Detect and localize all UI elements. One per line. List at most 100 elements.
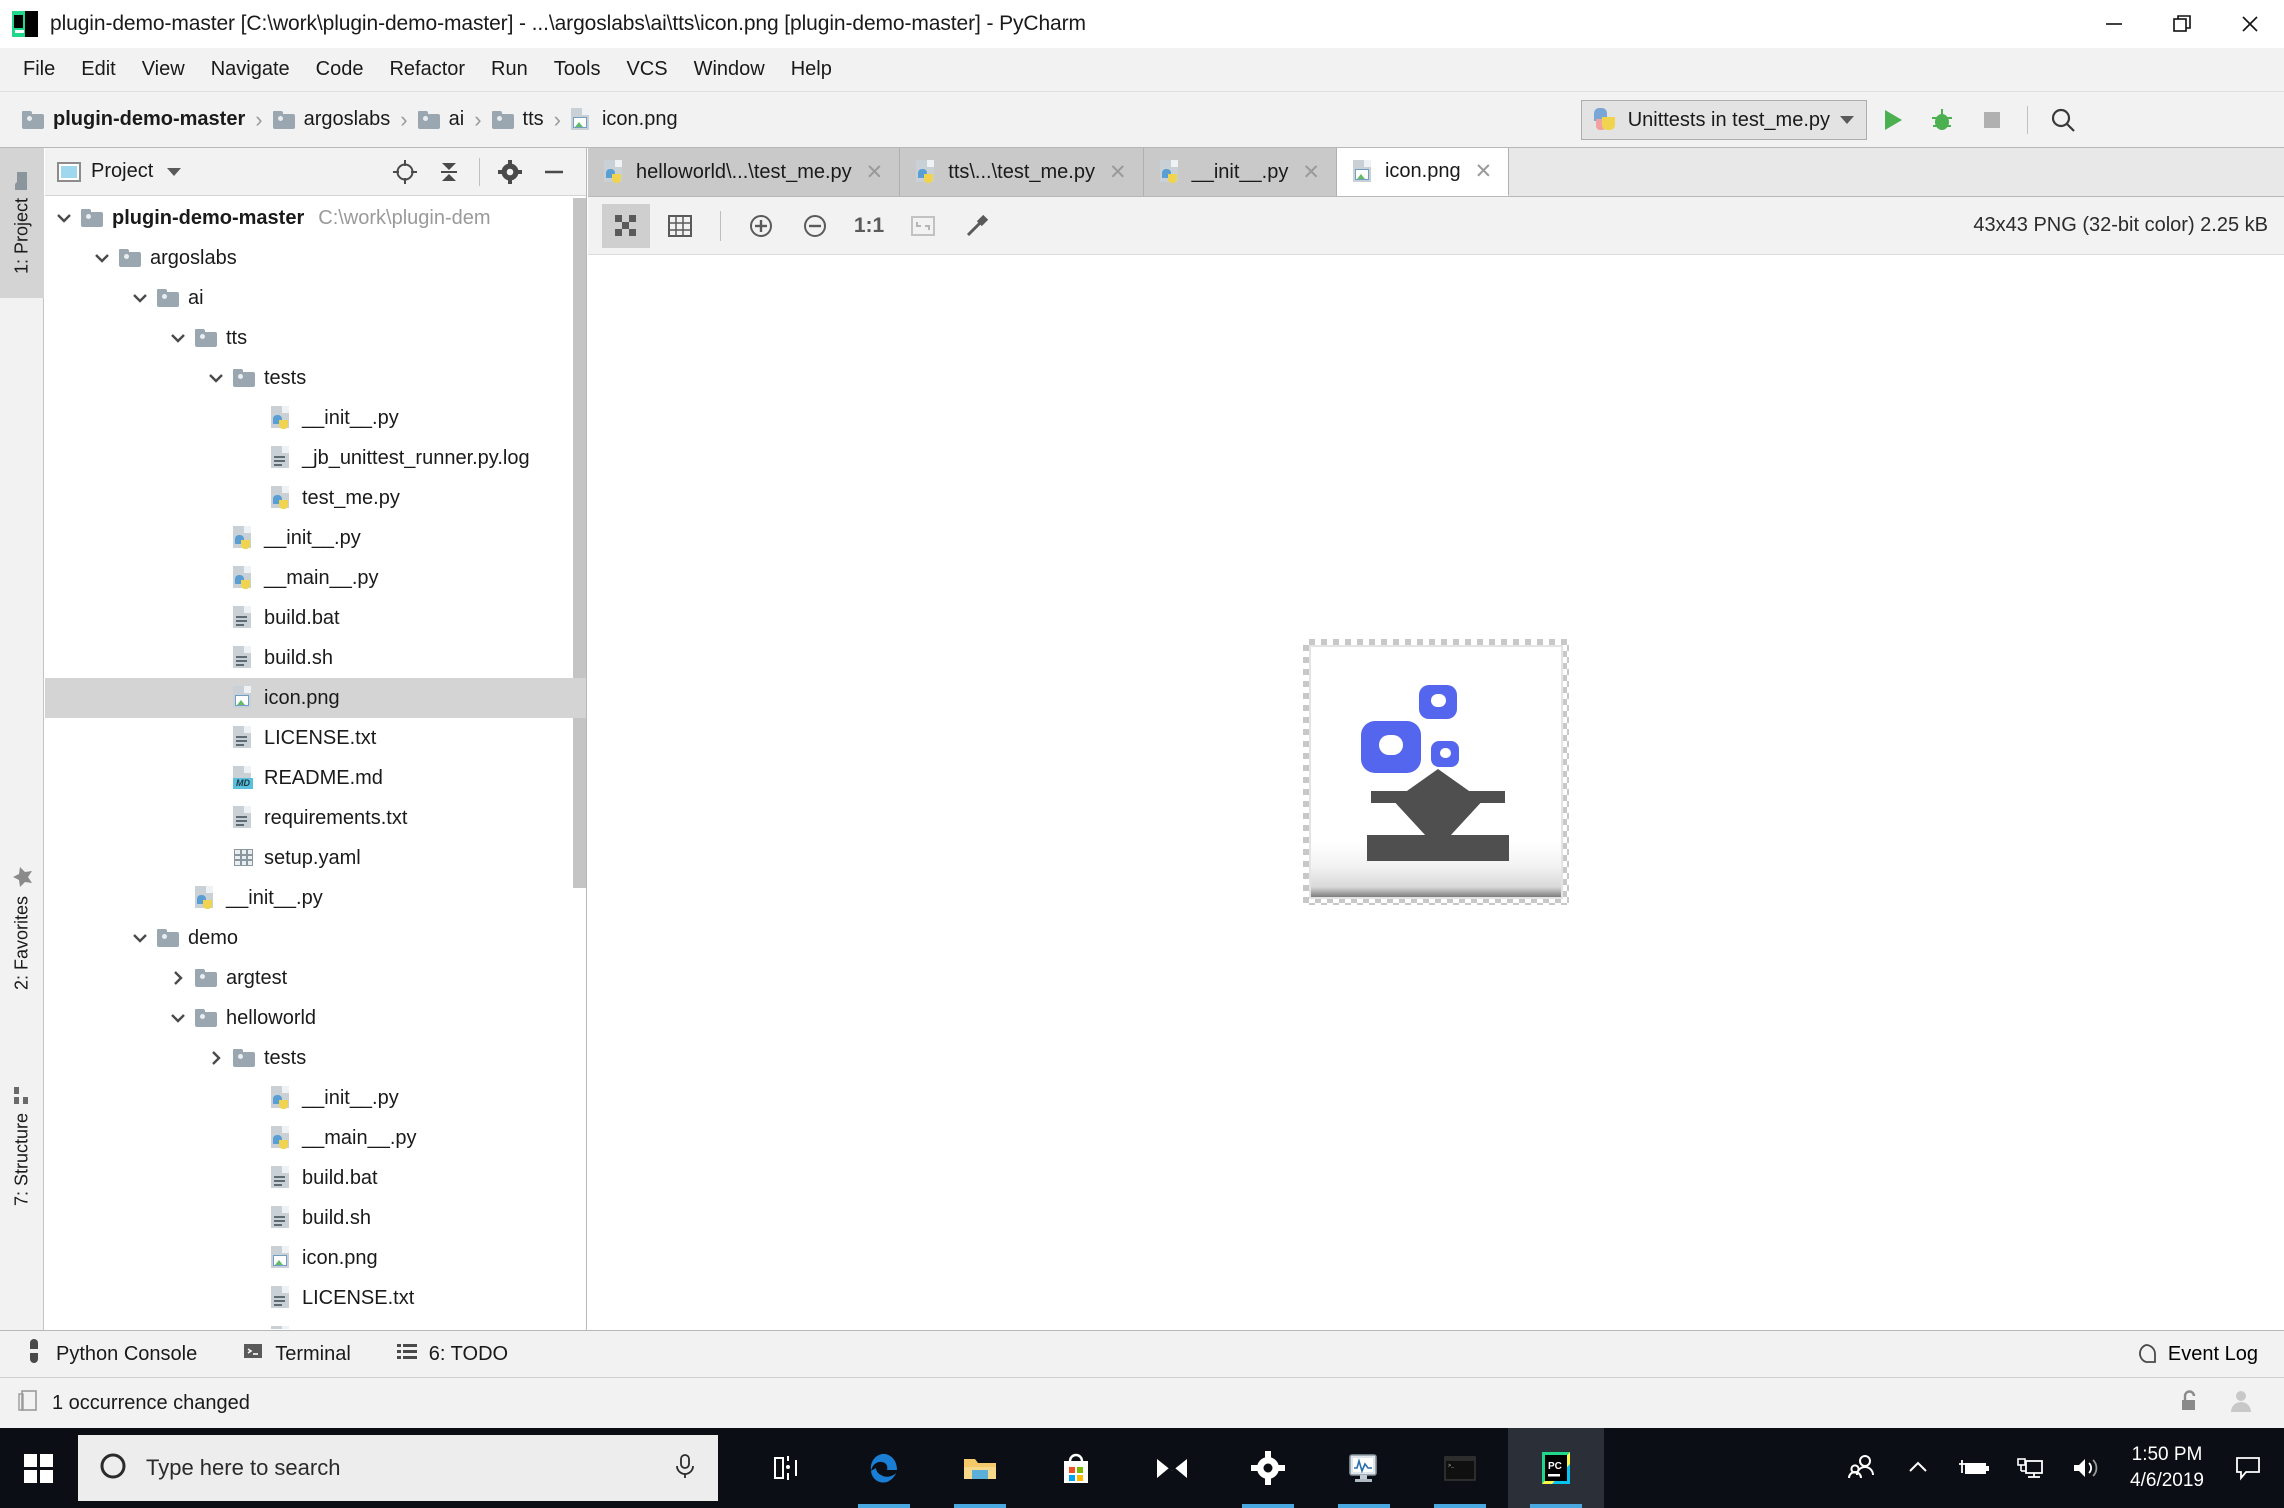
tool-window-tab-7-structure[interactable]: 7: Structure <box>0 1038 44 1253</box>
tree-row[interactable]: argoslabs <box>45 238 586 278</box>
terminal-icon[interactable]: >_ <box>1412 1428 1508 1508</box>
editor-tab-icon-png[interactable]: icon.png ✕ <box>1336 148 1510 196</box>
tree-row[interactable]: argtest <box>45 958 586 998</box>
tree-row[interactable]: __init__.py <box>45 878 586 918</box>
menu-item-window[interactable]: Window <box>681 55 778 84</box>
tree-expand-arrow-icon[interactable] <box>167 327 189 349</box>
start-button[interactable] <box>0 1428 78 1508</box>
close-icon[interactable]: ✕ <box>1302 160 1320 185</box>
menu-item-file[interactable]: File <box>10 55 68 84</box>
tree-row[interactable]: _jb_unittest_runner.py.log <box>45 438 586 478</box>
zoom-out-icon[interactable] <box>791 204 839 248</box>
tree-expand-arrow-icon[interactable] <box>91 247 113 269</box>
close-button[interactable] <box>2216 0 2284 48</box>
tree-row[interactable]: LICENSE.txt <box>45 718 586 758</box>
microphone-icon[interactable] <box>672 1452 698 1485</box>
tree-row[interactable]: setup.yaml <box>45 838 586 878</box>
tree-row[interactable]: MD README.md <box>45 758 586 798</box>
grid-icon[interactable] <box>656 204 704 248</box>
tree-row[interactable]: requirements.txt <box>45 798 586 838</box>
tree-expand-arrow-icon[interactable] <box>167 1007 189 1029</box>
bottom-tab-6-todo[interactable]: 6: TODO <box>373 1339 530 1369</box>
search-everywhere-button[interactable] <box>2038 92 2088 148</box>
stop-button[interactable] <box>1967 92 2017 148</box>
battery-charging-icon[interactable] <box>1946 1428 2002 1508</box>
tree-row[interactable]: icon.png <box>45 1238 586 1278</box>
lock-icon[interactable] <box>2176 1388 2202 1419</box>
pycharm-icon[interactable]: PC <box>1508 1428 1604 1508</box>
tree-row[interactable]: icon.png <box>45 678 586 718</box>
tree-expand-arrow-icon[interactable] <box>167 967 189 989</box>
tree-row[interactable]: __main__.py <box>45 558 586 598</box>
zoom-in-icon[interactable] <box>737 204 785 248</box>
tool-window-tab-2-favorites[interactable]: 2: Favorites <box>0 828 44 1028</box>
menu-item-view[interactable]: View <box>129 55 198 84</box>
tree-row[interactable]: tests <box>45 1038 586 1078</box>
tree-expand-arrow-icon[interactable] <box>129 287 151 309</box>
restore-button[interactable] <box>2148 0 2216 48</box>
tree-row[interactable]: tests <box>45 358 586 398</box>
tree-row[interactable]: build.bat <box>45 598 586 638</box>
menu-item-tools[interactable]: Tools <box>541 55 614 84</box>
tree-row[interactable]: ai <box>45 278 586 318</box>
editor-tab-helloworld-test-me-py[interactable]: helloworld\...\test_me.py ✕ <box>588 148 901 196</box>
breadcrumb-item-icon-png[interactable]: icon.png <box>570 107 678 132</box>
locate-icon[interactable] <box>385 152 425 192</box>
tree-row[interactable]: __init__.py <box>45 1078 586 1118</box>
tree-row[interactable]: plugin-demo-master C:\work\plugin-dem <box>45 198 586 238</box>
actual-size-icon[interactable]: 1:1 <box>845 204 893 248</box>
editor-tab--init-py[interactable]: __init__.py ✕ <box>1143 148 1337 196</box>
task-view-icon[interactable] <box>740 1428 836 1508</box>
editor-tab-tts-test-me-py[interactable]: tts\...\test_me.py ✕ <box>900 148 1144 196</box>
breadcrumb-item-argoslabs[interactable]: argoslabs <box>272 108 390 131</box>
tree-row[interactable]: LICENSE.txt <box>45 1278 586 1318</box>
tree-row[interactable]: test_me.py <box>45 478 586 518</box>
menu-item-code[interactable]: Code <box>303 55 377 84</box>
microsoft-store-icon[interactable] <box>1028 1428 1124 1508</box>
taskbar-clock[interactable]: 1:50 PM 4/6/2019 <box>2114 1442 2220 1494</box>
tree-expand-arrow-icon[interactable] <box>53 207 75 229</box>
tree-row[interactable]: __init__.py <box>45 398 586 438</box>
chevron-down-icon[interactable] <box>167 167 182 176</box>
menu-item-run[interactable]: Run <box>478 55 541 84</box>
tree-row[interactable]: MD README.md <box>45 1318 586 1329</box>
color-picker-icon[interactable] <box>953 204 1001 248</box>
fit-to-window-icon[interactable] <box>899 204 947 248</box>
bottom-tab-python-console[interactable]: Python Console <box>0 1339 219 1369</box>
breadcrumb-item-tts[interactable]: tts <box>491 108 544 131</box>
menu-item-help[interactable]: Help <box>778 55 845 84</box>
minimize-button[interactable] <box>2080 0 2148 48</box>
settings-icon[interactable] <box>1220 1428 1316 1508</box>
breadcrumb-item-ai[interactable]: ai <box>417 108 464 131</box>
microsoft-edge-icon[interactable] <box>836 1428 932 1508</box>
tree-row[interactable]: helloworld <box>45 998 586 1038</box>
people-icon[interactable] <box>1834 1428 1890 1508</box>
taskbar-search-box[interactable]: Type here to search <box>78 1435 718 1501</box>
tree-row[interactable]: tts <box>45 318 586 358</box>
breadcrumb-item-plugin-demo-master[interactable]: plugin-demo-master <box>22 108 245 131</box>
event-log-button[interactable]: Event Log <box>2134 1342 2284 1366</box>
gear-icon[interactable] <box>490 152 530 192</box>
run-configuration-selector[interactable]: Unittests in test_me.py <box>1580 100 1867 140</box>
tree-expand-arrow-icon[interactable] <box>205 1047 227 1069</box>
tree-row[interactable]: build.bat <box>45 1158 586 1198</box>
task-manager-icon[interactable] <box>1316 1428 1412 1508</box>
mail-icon[interactable] <box>1124 1428 1220 1508</box>
close-icon[interactable]: ✕ <box>1475 159 1493 184</box>
run-button[interactable] <box>1867 92 1917 148</box>
network-icon[interactable] <box>2002 1428 2058 1508</box>
tree-row[interactable]: __main__.py <box>45 1118 586 1158</box>
menu-item-navigate[interactable]: Navigate <box>198 55 303 84</box>
collapse-all-icon[interactable] <box>429 152 469 192</box>
menu-item-refactor[interactable]: Refactor <box>376 55 478 84</box>
show-hidden-icons-icon[interactable] <box>1890 1428 1946 1508</box>
menu-item-edit[interactable]: Edit <box>68 55 128 84</box>
tree-row[interactable]: build.sh <box>45 1198 586 1238</box>
tree-expand-arrow-icon[interactable] <box>205 367 227 389</box>
bottom-tab-terminal[interactable]: Terminal <box>219 1339 373 1369</box>
menu-item-vcs[interactable]: VCS <box>613 55 680 84</box>
close-icon[interactable]: ✕ <box>1109 160 1127 185</box>
tree-row[interactable]: build.sh <box>45 638 586 678</box>
volume-icon[interactable] <box>2058 1428 2114 1508</box>
tree-row[interactable]: demo <box>45 918 586 958</box>
